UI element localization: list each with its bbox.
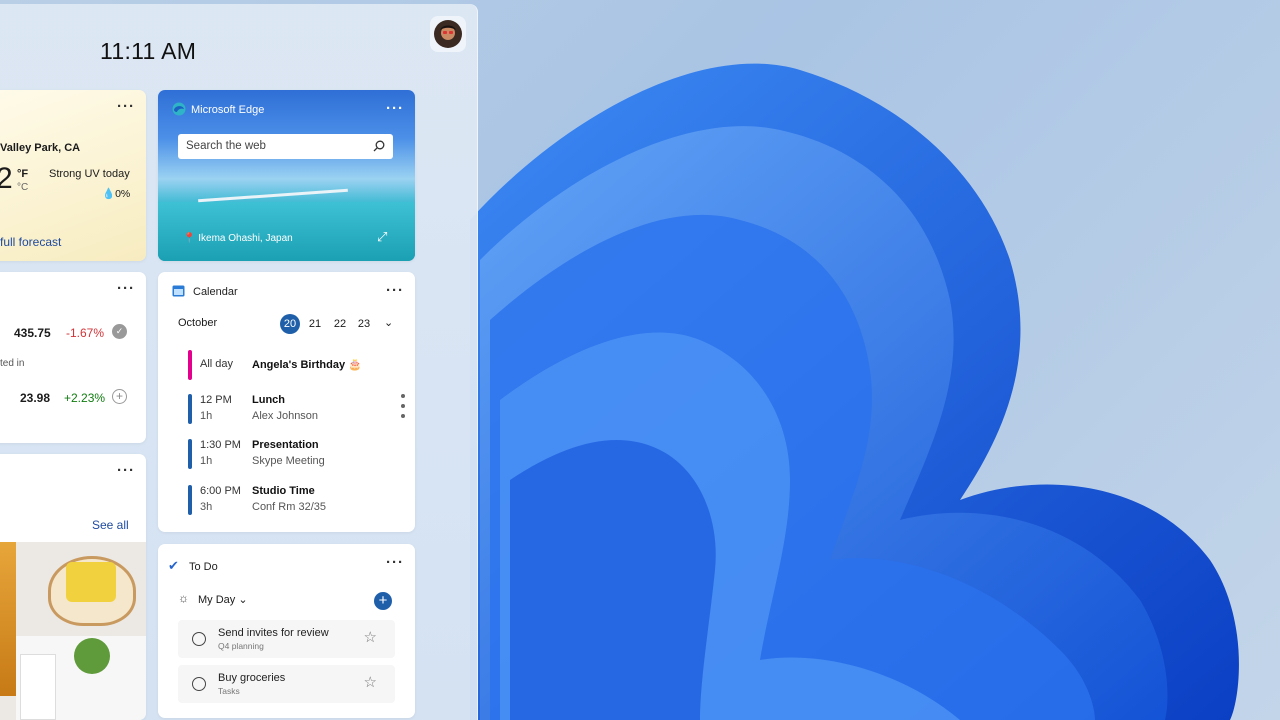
full-forecast-link[interactable]: full forecast bbox=[0, 235, 61, 249]
stocks-more-button[interactable]: ··· bbox=[114, 281, 138, 302]
photo-location[interactable]: 📍 Ikema Ohashi, Japan bbox=[183, 233, 293, 244]
edge-more-button[interactable]: ··· bbox=[383, 101, 407, 122]
stock-change-1: -1.67% bbox=[66, 326, 105, 340]
todo-list-name: My Day bbox=[198, 594, 236, 606]
add-icon[interactable]: + bbox=[112, 389, 127, 404]
event-color-bar bbox=[188, 394, 192, 424]
photos-widget[interactable]: ··· See all bbox=[0, 454, 146, 720]
task-list: Tasks bbox=[218, 686, 240, 696]
precipitation-value: 0% bbox=[115, 188, 131, 200]
checkmark-icon[interactable]: ✓ bbox=[112, 324, 127, 339]
calendar-month: October bbox=[178, 317, 218, 329]
star-icon[interactable]: ☆ bbox=[364, 630, 377, 645]
stock-change-2: +2.23% bbox=[64, 391, 106, 405]
stock-price-1: 435.75 bbox=[14, 326, 51, 340]
add-task-button[interactable]: + bbox=[374, 592, 392, 610]
calendar-date[interactable]: 21 bbox=[305, 314, 325, 334]
shelf bbox=[20, 654, 56, 720]
stocks-widget[interactable]: ··· 435.75 -1.67% ✓ ted in 23.98 +2.23% … bbox=[0, 272, 146, 443]
todo-task[interactable]: Send invites for review Q4 planning ☆ bbox=[178, 620, 395, 658]
event-duration: 3h bbox=[200, 501, 213, 513]
event-title: Angela's Birthday 🎂 bbox=[252, 358, 362, 371]
temperature-unit-f[interactable]: °F bbox=[17, 168, 28, 180]
web-search-input[interactable]: Search the web bbox=[178, 134, 393, 159]
task-title: Buy groceries bbox=[218, 672, 286, 684]
event-title: Presentation bbox=[252, 439, 319, 451]
stocks-caption: ted in bbox=[0, 358, 25, 369]
hanging-plant bbox=[74, 638, 110, 674]
see-all-link[interactable]: See all bbox=[92, 518, 129, 532]
weather-location: Valley Park, CA bbox=[0, 142, 81, 154]
event-time: 1:30 PM bbox=[200, 439, 241, 451]
photo-thumbnail[interactable] bbox=[0, 542, 146, 720]
todo-task[interactable]: Buy groceries Tasks ☆ bbox=[178, 665, 395, 703]
location-pin-icon: 📍 bbox=[183, 233, 196, 244]
task-title: Send invites for review bbox=[218, 627, 329, 639]
event-title: Studio Time bbox=[252, 485, 315, 497]
photo-location-label: Ikema Ohashi, Japan bbox=[198, 233, 293, 244]
star-icon[interactable]: ☆ bbox=[364, 675, 377, 690]
event-time: 6:00 PM bbox=[200, 485, 241, 497]
event-time: 12 PM bbox=[200, 394, 232, 406]
task-list: Q4 planning bbox=[218, 641, 264, 651]
weather-widget[interactable]: ··· Valley Park, CA 2 °F °C Strong UV to… bbox=[0, 90, 146, 261]
event-subtitle: Alex Johnson bbox=[252, 410, 319, 422]
weather-more-button[interactable]: ··· bbox=[114, 99, 138, 120]
event-title: Lunch bbox=[252, 394, 285, 406]
event-subtitle: Skype Meeting bbox=[252, 455, 325, 467]
temperature-unit-c[interactable]: °C bbox=[17, 182, 28, 193]
chevron-down-icon[interactable]: ⌄ bbox=[384, 316, 393, 329]
expand-icon[interactable]: ⤢ bbox=[377, 229, 387, 245]
todo-widget[interactable]: ✔ To Do ··· ☼ My Day ⌄ + Send invites fo… bbox=[158, 544, 415, 718]
clock-time: 11:11 AM bbox=[100, 38, 197, 64]
event-color-bar bbox=[188, 439, 192, 469]
search-icon[interactable] bbox=[373, 140, 385, 152]
precipitation: 💧0% bbox=[102, 187, 130, 200]
checkmark-icon: ✔ bbox=[168, 558, 179, 573]
calendar-icon bbox=[172, 285, 185, 297]
photo-decor-orange bbox=[0, 542, 16, 696]
bridge bbox=[198, 188, 348, 203]
scroll-handle[interactable] bbox=[401, 394, 405, 430]
calendar-title: Calendar bbox=[193, 286, 238, 298]
calendar-date-selected[interactable]: 20 bbox=[280, 314, 300, 334]
yellow-pillow bbox=[66, 562, 116, 602]
event-subtitle: Conf Rm 32/35 bbox=[252, 501, 326, 513]
event-time: All day bbox=[200, 358, 234, 370]
chevron-down-icon: ⌄ bbox=[238, 594, 248, 606]
calendar-date[interactable]: 22 bbox=[330, 314, 350, 334]
sun-icon: ☼ bbox=[178, 591, 189, 605]
edge-search-widget[interactable]: Microsoft Edge ··· Search the web 📍 Ikem… bbox=[158, 90, 415, 261]
event-color-bar bbox=[188, 350, 192, 380]
weather-temperature: 2 bbox=[0, 162, 13, 196]
calendar-more-button[interactable]: ··· bbox=[383, 283, 407, 304]
calendar-date[interactable]: 23 bbox=[354, 314, 374, 334]
task-checkbox[interactable] bbox=[192, 677, 206, 691]
profile-avatar-button[interactable] bbox=[430, 16, 466, 52]
widgets-panel: 11:11 AM ··· Valley Park, CA 2 °F °C Str… bbox=[0, 4, 478, 720]
search-placeholder: Search the web bbox=[186, 140, 266, 152]
cake-icon: 🎂 bbox=[348, 359, 362, 371]
event-duration: 1h bbox=[200, 410, 213, 422]
edge-logo-icon bbox=[172, 102, 186, 116]
task-checkbox[interactable] bbox=[192, 632, 206, 646]
photos-more-button[interactable]: ··· bbox=[114, 463, 138, 484]
event-duration: 1h bbox=[200, 455, 213, 467]
event-title-text: Angela's Birthday bbox=[252, 359, 346, 371]
todo-list-selector[interactable]: My Day ⌄ bbox=[198, 593, 248, 606]
uv-index-text: Strong UV today bbox=[49, 168, 130, 180]
calendar-widget[interactable]: Calendar ··· October 20 21 22 23 ⌄ All d… bbox=[158, 272, 415, 532]
event-color-bar bbox=[188, 485, 192, 515]
droplet-icon: 💧 bbox=[102, 188, 116, 200]
edge-title: Microsoft Edge bbox=[191, 104, 265, 116]
todo-title: To Do bbox=[189, 561, 218, 573]
avatar-icon bbox=[434, 20, 462, 48]
stock-price-2: 23.98 bbox=[20, 391, 51, 405]
todo-more-button[interactable]: ··· bbox=[383, 555, 407, 576]
